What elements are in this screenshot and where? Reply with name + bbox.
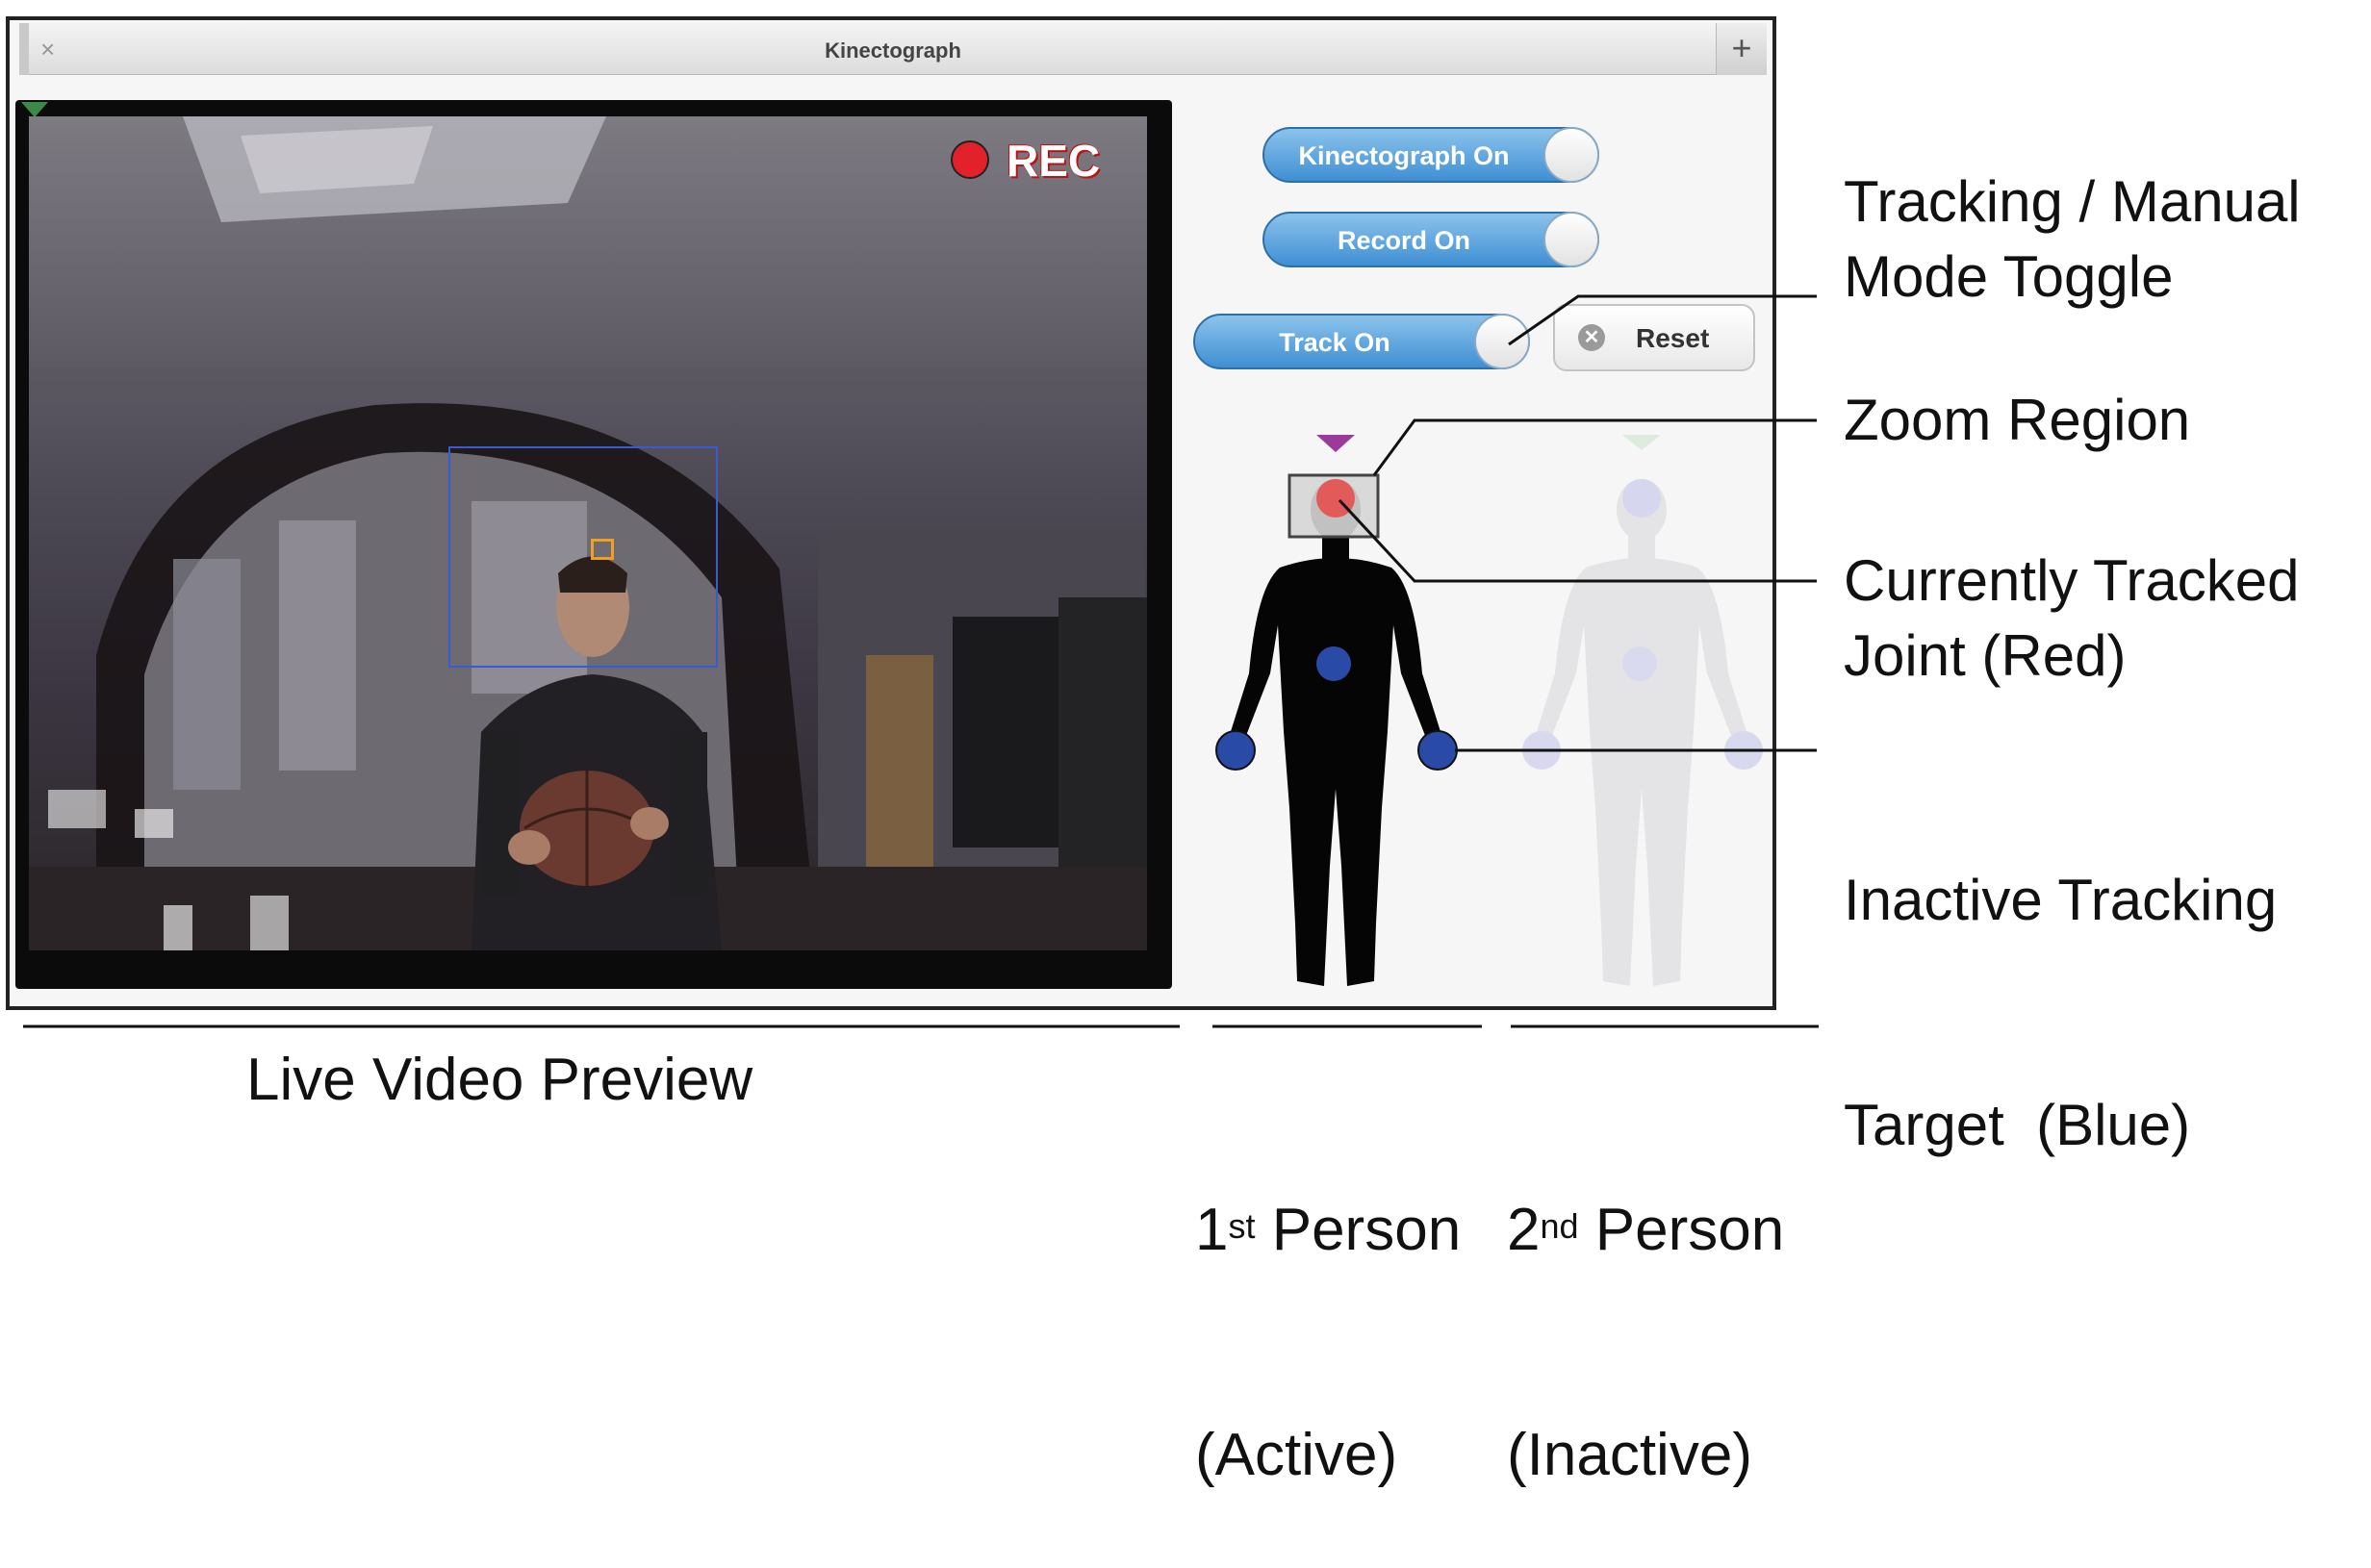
annotation-mode-toggle-line1: Tracking / Manual	[1844, 169, 2301, 234]
left-hand-joint[interactable]	[1215, 730, 1256, 771]
first-person-suffix: st	[1228, 1206, 1256, 1246]
annotation-zoom-region: Zoom Region	[1844, 388, 2191, 452]
annotation-tracked-joint-line1: Currently Tracked	[1844, 548, 2300, 613]
inactive-person-selector-icon[interactable]	[1622, 435, 1661, 450]
first-person-word: Person	[1255, 1197, 1462, 1263]
annotation-inactive-target-line1: Inactive Tracking	[1844, 868, 2278, 932]
active-person-selector-icon[interactable]	[1316, 435, 1355, 452]
right-hand-joint[interactable]	[1417, 730, 1458, 771]
annotation-inactive-target-line2: Target (Blue)	[1844, 1093, 2191, 1157]
caption-live-video: Live Video Preview	[246, 1047, 753, 1113]
inactive-torso-joint	[1622, 646, 1657, 681]
second-person-number: 2	[1507, 1197, 1541, 1263]
torso-joint[interactable]	[1316, 646, 1351, 681]
second-person-state: (Inactive)	[1507, 1422, 1752, 1488]
annotation-mode-toggle: Tracking / Manual Mode Toggle	[1844, 164, 2301, 315]
annotation-tracked-joint-line2: Joint (Red)	[1844, 623, 2127, 688]
inactive-head-joint	[1622, 479, 1661, 518]
annotation-inactive-target: Inactive Tracking Target (Blue)	[1844, 713, 2277, 1238]
second-person-suffix: nd	[1540, 1206, 1579, 1246]
annotation-mode-toggle-line2: Mode Toggle	[1844, 244, 2174, 309]
second-person-body	[1534, 479, 1749, 986]
caption-first-person: 1st Person (Active)	[1195, 1043, 1461, 1568]
first-person-state: (Active)	[1195, 1422, 1398, 1488]
annotation-tracked-joint: Currently Tracked Joint (Red)	[1844, 544, 2300, 694]
caption-second-person: 2nd Person (Inactive)	[1507, 1043, 1784, 1568]
first-person-body	[1228, 479, 1443, 986]
second-person-word: Person	[1578, 1197, 1785, 1263]
first-person-number: 1	[1195, 1197, 1229, 1263]
